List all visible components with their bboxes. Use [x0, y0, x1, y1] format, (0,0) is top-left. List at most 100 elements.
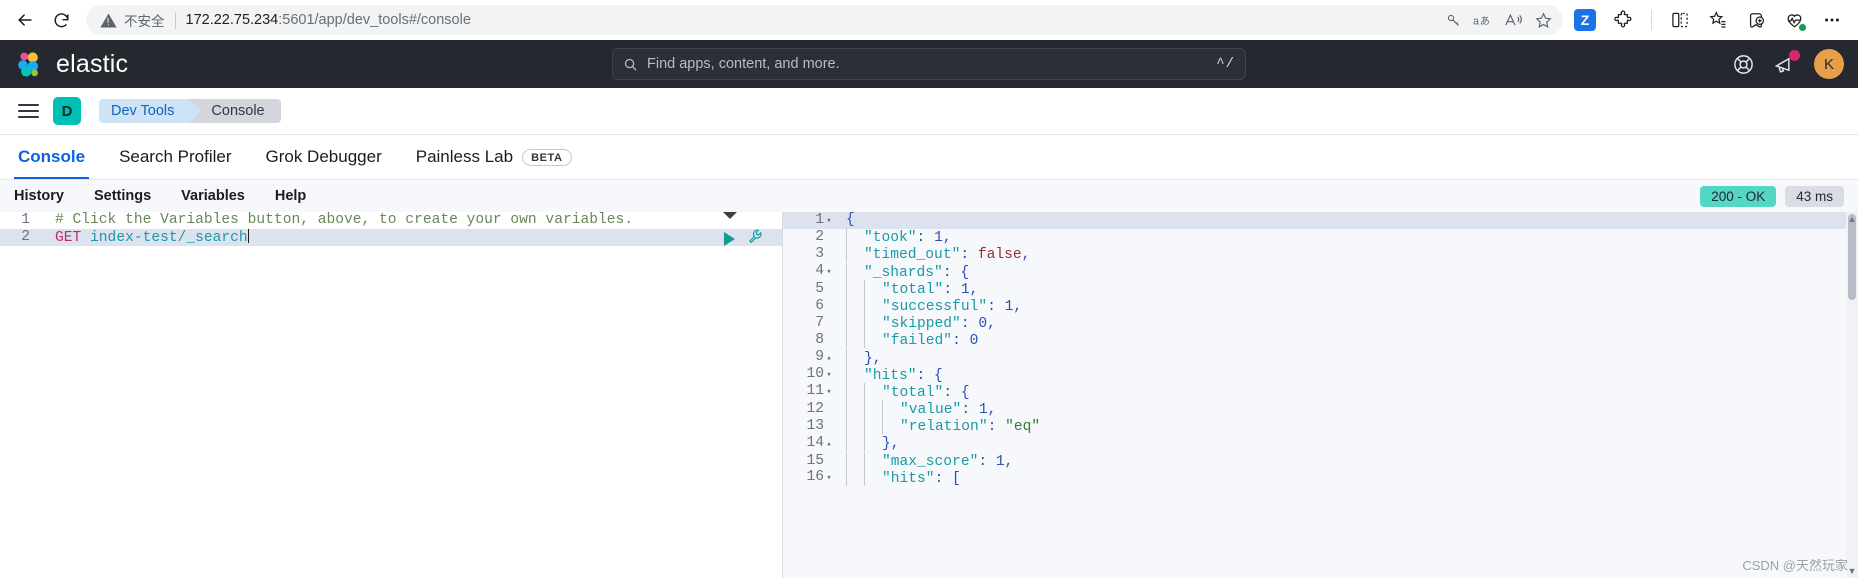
- wrench-actions-icon[interactable]: [747, 228, 764, 250]
- code-line: 6 "successful": 1,: [783, 296, 1858, 316]
- tab-console-label: Console: [18, 147, 86, 166]
- tab-search-profiler-label: Search Profiler: [119, 147, 232, 166]
- console-split-view: 1 # Click the Variables button, above, to…: [0, 212, 1858, 578]
- request-editor-pane[interactable]: 1 # Click the Variables button, above, to…: [0, 212, 783, 578]
- fold-toggle-icon[interactable]: ▾: [824, 384, 834, 401]
- tab-search-profiler[interactable]: Search Profiler: [115, 135, 235, 179]
- code-line: 3 "timed_out": false,: [783, 245, 1858, 264]
- fold-toggle-icon[interactable]: ▾: [824, 367, 834, 384]
- more-options-icon[interactable]: [1816, 4, 1848, 36]
- code-line: 15 "max_score": 1,: [783, 451, 1858, 470]
- add-collection-icon[interactable]: [1740, 4, 1772, 36]
- hamburger-menu-icon[interactable]: [18, 104, 39, 118]
- line-number: 2: [0, 229, 48, 247]
- tab-grok-debugger[interactable]: Grok Debugger: [262, 135, 386, 179]
- text-caret: [247, 228, 249, 243]
- code-line: 13 "relation": "eq": [783, 417, 1858, 436]
- line-number: 9 ▴: [783, 349, 839, 368]
- code-line: 8 "failed": 0: [783, 331, 1858, 350]
- translate-icon[interactable]: aあ: [1469, 6, 1497, 34]
- health-ok-badge: [1798, 23, 1807, 32]
- announcements-megaphone-icon[interactable]: [1773, 49, 1800, 76]
- tab-console[interactable]: Console: [14, 135, 90, 179]
- code-line: 2 "took": 1,: [783, 228, 1858, 247]
- favorites-list-icon[interactable]: [1702, 4, 1734, 36]
- back-button[interactable]: [10, 5, 40, 35]
- code-line: 4 ▾ "_shards": {: [783, 262, 1858, 282]
- z-extension-icon[interactable]: Z: [1574, 9, 1596, 31]
- breadcrumb-item-console[interactable]: Console: [189, 99, 281, 123]
- request-code[interactable]: 1 # Click the Variables button, above, to…: [0, 212, 782, 247]
- code-line: 10 ▾ "hits": {: [783, 365, 1858, 385]
- space-avatar[interactable]: D: [53, 97, 81, 125]
- url-text: 172.22.75.234:5601/app/dev_tools#/consol…: [186, 12, 1440, 28]
- scroll-up-arrow-icon[interactable]: ▲: [1846, 214, 1858, 224]
- line-number: 2: [783, 229, 839, 247]
- code-line: 1 ▾ {: [783, 212, 1858, 230]
- settings-button[interactable]: Settings: [94, 188, 151, 204]
- reload-icon: [54, 12, 69, 27]
- help-lifebuoy-icon[interactable]: [1732, 53, 1755, 76]
- code-text: # Click the Variables button, above, to …: [55, 212, 634, 228]
- line-number: 13: [783, 418, 839, 436]
- elastic-global-header: elastic Find apps, content, and more. ^/…: [0, 40, 1858, 88]
- omnibox-divider: [174, 11, 176, 29]
- beta-badge: BETA: [522, 148, 572, 166]
- line-number: 8: [783, 332, 839, 350]
- fold-toggle-icon[interactable]: ▴: [824, 436, 834, 453]
- response-scrollbar[interactable]: ▲ ▼: [1846, 212, 1858, 578]
- history-button[interactable]: History: [14, 188, 64, 204]
- url-host: 172.22.75.234: [185, 12, 279, 28]
- response-viewer-pane[interactable]: 1 ▾ {2 "took": 1, 3 "timed_out": false, 4 ▾ "_sh…: [783, 212, 1858, 578]
- code-line: 14 ▴},: [783, 434, 1858, 454]
- code-text: GET index-test/_search: [55, 228, 249, 246]
- puzzle-extension-icon[interactable]: [1607, 4, 1639, 36]
- line-number: 7: [783, 315, 839, 333]
- space-initial: D: [61, 102, 73, 120]
- avatar-initial: K: [1823, 55, 1834, 73]
- brand-name: elastic: [56, 49, 129, 78]
- watermark: CSDN @天然玩家: [1742, 558, 1848, 573]
- key-icon[interactable]: [1439, 6, 1467, 34]
- code-line: 7 "skipped": 0,: [783, 314, 1858, 333]
- global-search-placeholder: Find apps, content, and more.: [647, 56, 840, 72]
- tab-painless-lab[interactable]: Painless Lab BETA: [412, 135, 576, 179]
- line-number: 1: [0, 212, 48, 230]
- code-line: 2 GET index-test/_search: [0, 228, 782, 247]
- fold-toggle-icon[interactable]: ▾: [824, 470, 834, 487]
- fold-toggle-icon[interactable]: ▾: [824, 264, 834, 281]
- browser-essentials-icon[interactable]: [1778, 4, 1810, 36]
- read-aloud-icon[interactable]: [1499, 6, 1527, 34]
- fold-toggle-icon[interactable]: ▴: [824, 350, 834, 367]
- news-notification-badge: [1789, 49, 1800, 61]
- address-bar[interactable]: 不安全 172.22.75.234:5601/app/dev_tools#/co…: [86, 5, 1563, 35]
- fold-toggle-icon[interactable]: ▾: [824, 213, 834, 230]
- help-button[interactable]: Help: [275, 188, 306, 204]
- svg-text:あ: あ: [1480, 15, 1490, 27]
- split-screen-icon[interactable]: [1664, 4, 1696, 36]
- response-status-group: 200 - OK 43 ms: [1700, 185, 1844, 207]
- line-number: 11 ▾: [783, 383, 839, 402]
- reload-button[interactable]: [46, 5, 76, 35]
- global-search-input[interactable]: Find apps, content, and more. ^/: [612, 48, 1246, 80]
- code-text: {: [846, 212, 855, 228]
- search-icon: [624, 58, 637, 71]
- code-line: 12 "value": 1,: [783, 400, 1858, 419]
- elastic-brand[interactable]: elastic: [14, 49, 128, 79]
- variables-button[interactable]: Variables: [181, 188, 245, 204]
- code-line: 9 ▴},: [783, 348, 1858, 368]
- breadcrumb: Dev Tools Console: [99, 99, 281, 123]
- play-send-request-icon[interactable]: [724, 232, 735, 246]
- console-toolbar: History Settings Variables Help 200 - OK…: [0, 180, 1858, 212]
- code-line: 1 # Click the Variables button, above, to…: [0, 212, 782, 230]
- insecure-label: 不安全: [124, 14, 165, 29]
- code-line: 16 ▾ "hits": [: [783, 468, 1858, 488]
- breadcrumb-item-dev-tools[interactable]: Dev Tools: [99, 99, 202, 123]
- line-number: 14 ▴: [783, 434, 839, 454]
- star-icon[interactable]: [1529, 6, 1557, 34]
- response-scrollbar-thumb[interactable]: [1848, 214, 1856, 300]
- user-avatar[interactable]: K: [1814, 49, 1844, 79]
- status-badge: 200 - OK: [1700, 185, 1777, 207]
- line-number: 16 ▾: [783, 469, 839, 488]
- breadcrumb-bar: D Dev Tools Console: [0, 88, 1858, 135]
